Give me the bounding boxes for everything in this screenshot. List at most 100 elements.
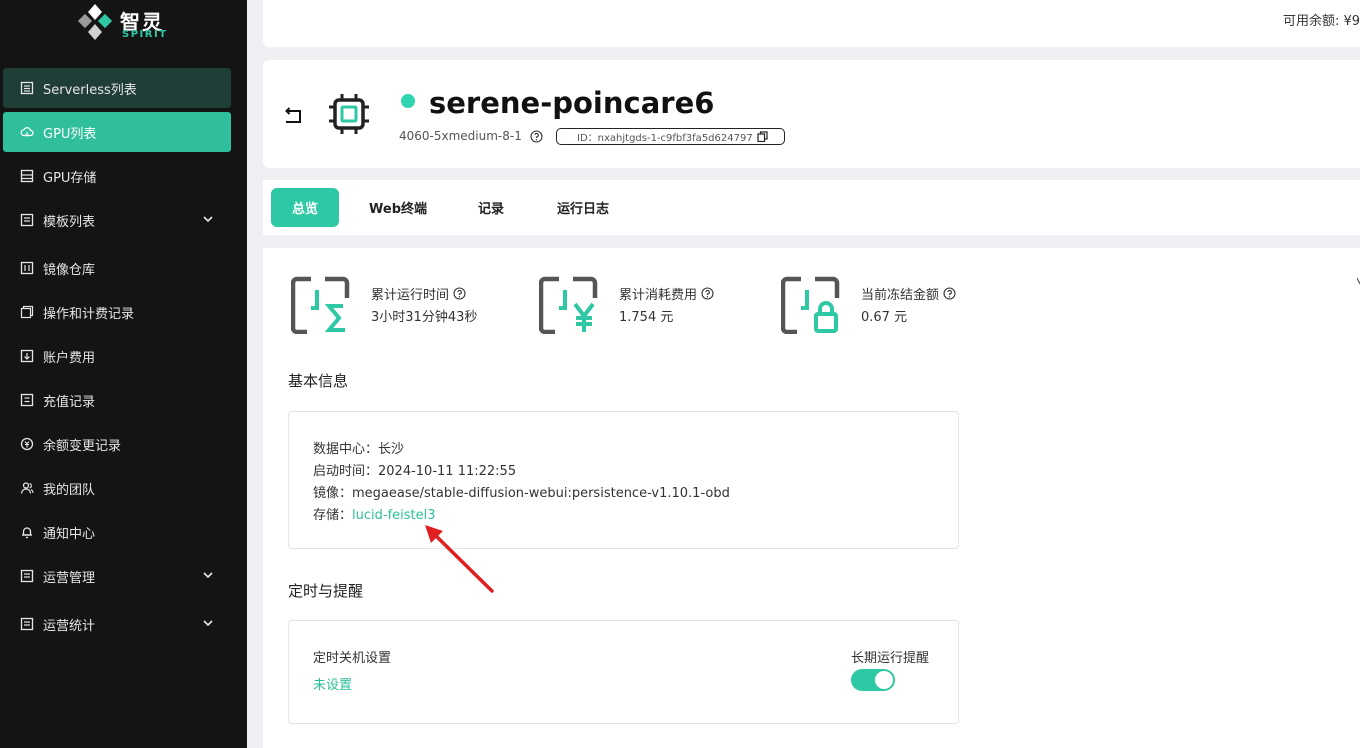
stat-label: 累计消耗费用 (619, 284, 714, 303)
copy-icon[interactable] (757, 131, 768, 142)
sidebar-item-label: 充值记录 (43, 394, 96, 410)
available-balance: 可用余额: ¥9 (1282, 14, 1360, 29)
recharge-icon (19, 392, 35, 408)
annotation-arrow-icon (425, 525, 494, 593)
sidebar-item-image-repo[interactable]: 镜像仓库 (3, 248, 231, 288)
sidebar-item-gpu-list[interactable]: GPU列表 (3, 112, 231, 152)
sidebar-item-label: 我的团队 (43, 482, 96, 498)
brand-name-en: SPIRIT (122, 29, 168, 40)
tab-run-logs[interactable]: 运行日志 (545, 188, 621, 227)
sidebar-item-ops-stats[interactable]: 运营统计 (3, 604, 231, 644)
sidebar-item-serverless[interactable]: Serverless列表 (3, 68, 231, 108)
bell-icon (19, 524, 35, 540)
shutdown-setting-link[interactable]: 未设置 (313, 674, 352, 693)
image-label: 镜像： (313, 486, 353, 501)
chevron-down-icon (203, 216, 213, 223)
brand-logo[interactable]: 智灵 SPIRIT (76, 2, 176, 42)
cloud-icon (19, 124, 35, 140)
overview-panel: 累计运行时间 3小时31分钟43秒 累计消耗费用 1.754 元 当前冻结金额 (263, 248, 1360, 748)
image-value: megaease/stable-diffusion-webui:persiste… (352, 486, 730, 501)
sidebar-item-label: 通知中心 (43, 526, 96, 542)
long-run-reminder-toggle[interactable] (851, 669, 895, 691)
sidebar-item-my-team[interactable]: 我的团队 (3, 468, 231, 508)
sidebar-item-op-billing-records[interactable]: 操作和计费记录 (3, 292, 231, 332)
cost-value: 1.754 元 (619, 310, 674, 325)
storage-label: 存储： (313, 508, 353, 523)
frozen-label: 当前冻结金额 (861, 288, 940, 303)
start-time-row: 启动时间：2024-10-11 11:22:55 (313, 460, 516, 479)
instance-spec: 4060-5xmedium-8-1 (399, 129, 543, 143)
stat-runtime: 累计运行时间 3小时31分钟43秒 (291, 276, 521, 336)
chevron-down-icon (203, 620, 213, 627)
image-repo-icon (19, 260, 35, 276)
sidebar-item-templates[interactable]: 模板列表 (3, 200, 231, 240)
stats-icon (19, 616, 35, 632)
basic-info-box: 数据中心：长沙 启动时间：2024-10-11 11:22:55 镜像：mega… (288, 411, 959, 549)
instance-spec-text: 4060-5xmedium-8-1 (399, 129, 522, 143)
help-icon[interactable] (943, 287, 956, 300)
long-run-reminder-label: 长期运行提醒 (851, 651, 930, 666)
cost-icon (539, 276, 598, 334)
instance-header: serene-poincare6 4060-5xmedium-8-1 ID：nx… (263, 60, 1360, 168)
sidebar-item-label: 镜像仓库 (43, 262, 96, 278)
top-bar: 可用余额: ¥9 (263, 0, 1360, 47)
sidebar-item-label: 运营统计 (43, 618, 96, 634)
datacenter-value: 长沙 (378, 442, 405, 457)
sidebar-item-label: 运营管理 (43, 570, 96, 586)
instance-id: ID：nxahjtgds-1-c9fbf3fa5d624797 (577, 133, 753, 144)
sidebar-item-label: GPU列表 (43, 126, 97, 142)
cost-label: 累计消耗费用 (619, 288, 698, 303)
ops-icon (19, 568, 35, 584)
tab-bar: 总览 Web终端 记录 运行日志 (263, 180, 1360, 235)
sidebar-item-balance-changes[interactable]: 余额变更记录 (3, 424, 231, 464)
sidebar: 智灵 SPIRIT Serverless列表 GPU列表 GPU存储 模板列表 … (0, 0, 247, 748)
records-icon (19, 304, 35, 320)
start-time-value: 2024-10-11 11:22:55 (378, 464, 517, 479)
start-time-label: 启动时间： (313, 464, 379, 479)
sidebar-item-account-fees[interactable]: 账户费用 (3, 336, 231, 376)
stat-label: 累计运行时间 (371, 284, 466, 303)
sidebar-item-label: 账户费用 (43, 350, 96, 366)
tab-web-terminal[interactable]: Web终端 (359, 188, 437, 227)
stat-frozen: 当前冻结金额 0.67 元 (781, 276, 1011, 336)
tab-overview[interactable]: 总览 (271, 188, 339, 227)
spirit-logo-icon (77, 4, 113, 40)
sidebar-item-label: 操作和计费记录 (43, 306, 135, 322)
balance-change-icon (19, 436, 35, 452)
runtime-icon (291, 276, 350, 334)
sidebar-item-ops-management[interactable]: 运营管理 (3, 556, 231, 596)
sidebar-item-notifications[interactable]: 通知中心 (3, 512, 231, 552)
sidebar-item-label: Serverless列表 (43, 82, 137, 98)
datacenter-label: 数据中心： (313, 442, 379, 457)
sidebar-item-recharge-records[interactable]: 充值记录 (3, 380, 231, 420)
sidebar-item-label: 模板列表 (43, 214, 96, 230)
storage-icon (19, 168, 35, 184)
basic-info-title: 基本信息 (288, 372, 349, 390)
sidebar-item-label: GPU存储 (43, 170, 97, 186)
team-icon (19, 480, 35, 496)
help-icon[interactable] (530, 129, 543, 143)
status-dot (401, 94, 415, 108)
account-fee-icon (19, 348, 35, 364)
tab-records[interactable]: 记录 (463, 188, 519, 227)
schedule-box: 定时关机设置 未设置 长期运行提醒 (288, 620, 959, 724)
help-icon[interactable] (701, 287, 714, 300)
runtime-value: 3小时31分钟43秒 (371, 310, 478, 325)
chevron-down-icon (203, 572, 213, 579)
frozen-value: 0.67 元 (861, 310, 908, 325)
sidebar-item-label: 余额变更记录 (43, 438, 122, 454)
shutdown-label: 定时关机设置 (313, 651, 392, 666)
instance-id-pill[interactable]: ID：nxahjtgds-1-c9fbf3fa5d624797 (556, 128, 785, 145)
toggle-knob (875, 671, 893, 689)
help-icon[interactable] (453, 287, 466, 300)
frozen-amount-icon (781, 276, 840, 334)
gpu-chip-icon (329, 94, 369, 134)
template-icon (19, 212, 35, 228)
list-icon (19, 80, 35, 96)
datacenter-row: 数据中心：长沙 (313, 438, 404, 457)
back-icon[interactable] (281, 104, 305, 128)
sidebar-item-gpu-storage[interactable]: GPU存储 (3, 156, 231, 196)
stat-label: 当前冻结金额 (861, 284, 956, 303)
image-row: 镜像：megaease/stable-diffusion-webui:persi… (313, 482, 730, 501)
stat-cost: 累计消耗费用 1.754 元 (539, 276, 759, 336)
